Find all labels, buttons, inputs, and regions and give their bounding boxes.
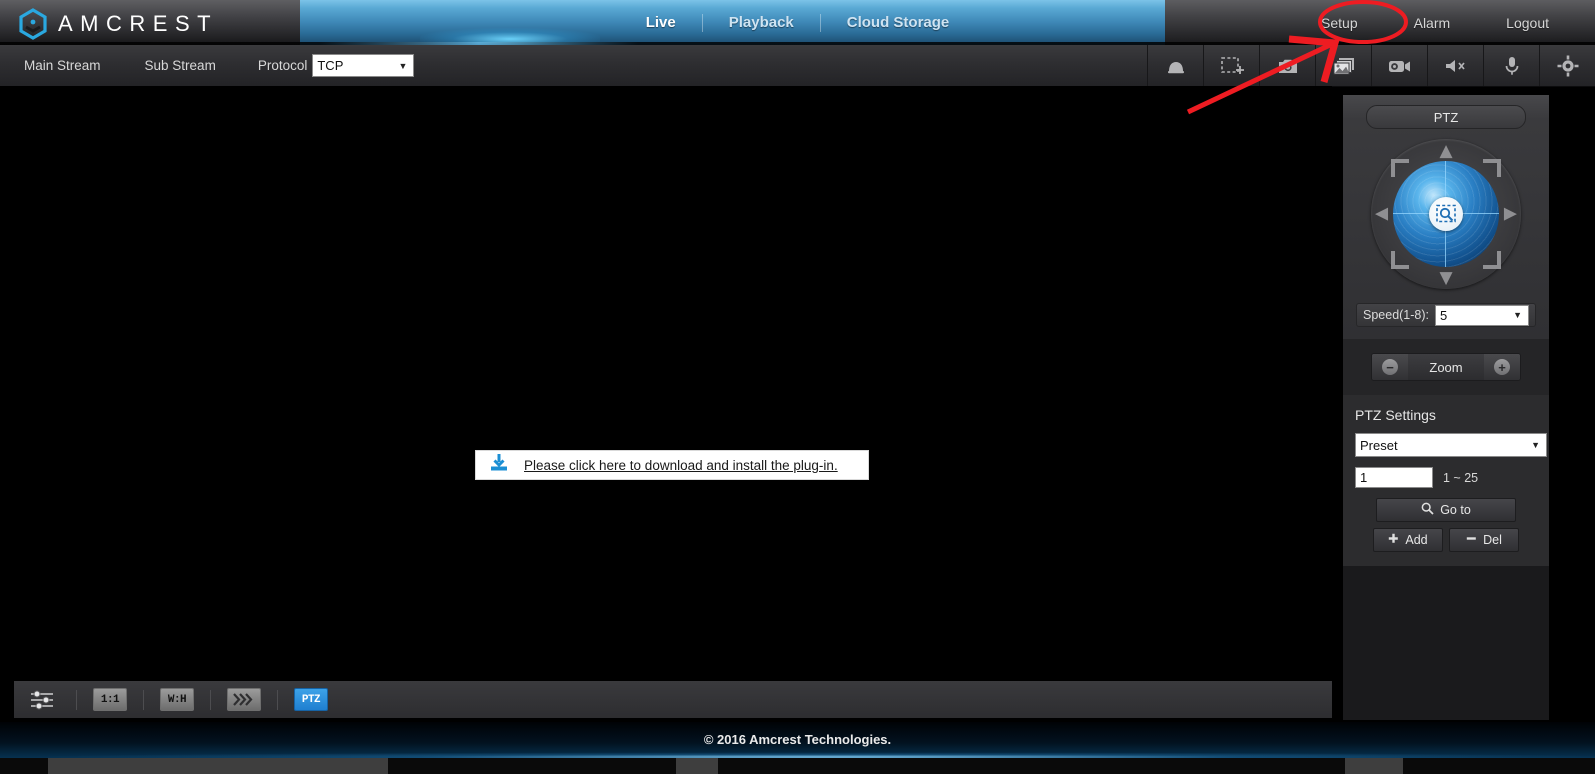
main-stream-link[interactable]: Main Stream — [0, 58, 123, 73]
nav-item-logout[interactable]: Logout — [1478, 15, 1577, 31]
ptz-zoom-label: Zoom — [1408, 354, 1484, 380]
fluency-icon — [227, 688, 261, 711]
toolbar-divider — [210, 690, 211, 710]
toolbar-divider — [277, 690, 278, 710]
microphone-icon[interactable] — [1483, 45, 1539, 86]
plugin-download-link[interactable]: Please click here to download and instal… — [524, 458, 838, 473]
ptz-settings-section: PTZ Settings Preset ▼ 1 1 ~ 25 Go to — [1343, 395, 1549, 566]
alarm-bell-icon[interactable] — [1147, 45, 1203, 86]
nav-item-live[interactable]: Live — [620, 14, 702, 31]
ptz-down-button[interactable]: ▼ — [1439, 270, 1452, 287]
ptz-goto-button[interactable]: Go to — [1376, 498, 1516, 522]
ptz-control-section: PTZ ▲ ▼ ◀ ▶ — [1343, 95, 1549, 339]
toolbar-divider — [76, 690, 77, 710]
taskbar-item[interactable] — [676, 758, 718, 774]
ptz-center-zoom-region-icon[interactable] — [1429, 197, 1463, 231]
triple-snapshot-icon[interactable] — [1315, 45, 1371, 86]
ptz-toggle-button[interactable]: PTZ — [294, 689, 328, 711]
sub-stream-link[interactable]: Sub Stream — [123, 58, 238, 73]
os-taskbar-strip — [0, 758, 1595, 774]
ptz-speed-select[interactable]: 5 ▼ — [1435, 305, 1529, 326]
ptz-speed-value: 5 — [1440, 308, 1447, 323]
ptz-speed-label: Speed(1-8): — [1363, 308, 1429, 322]
ptz-zoom-section: − Zoom + — [1343, 339, 1549, 395]
chevron-down-icon: ▼ — [1531, 440, 1540, 450]
stream-tool-icons — [1147, 45, 1595, 86]
protocol-label: Protocol — [258, 58, 308, 73]
live-video-area[interactable]: Please click here to download and instal… — [0, 86, 1332, 681]
copyright-text: © 2016 Amcrest Technologies. — [0, 732, 1595, 747]
amcrest-web-ui: AMCREST Live Playback Cloud Storage Setu… — [0, 0, 1595, 774]
plus-icon — [1388, 533, 1399, 547]
ptz-function-select[interactable]: Preset ▼ — [1355, 433, 1547, 457]
chevron-down-icon: ▼ — [398, 61, 407, 71]
ptz-zoom-row: − Zoom + — [1371, 353, 1521, 381]
ptz-preset-actions: Add Del — [1355, 528, 1537, 552]
ptz-function-value: Preset — [1360, 438, 1398, 453]
zoom-out-button[interactable]: − — [1372, 354, 1408, 380]
chevron-down-icon: ▼ — [1513, 310, 1522, 320]
nav-item-alarm[interactable]: Alarm — [1386, 15, 1479, 31]
fluency-button[interactable] — [227, 689, 261, 711]
snapshot-camera-icon[interactable] — [1259, 45, 1315, 86]
protocol-selected-value: TCP — [317, 58, 343, 73]
plugin-install-banner: Please click here to download and instal… — [475, 450, 869, 480]
plus-icon: + — [1494, 359, 1510, 375]
record-video-icon[interactable] — [1371, 45, 1427, 86]
download-icon — [488, 453, 510, 478]
original-ratio-button[interactable]: 1:1 — [93, 689, 127, 711]
ptz-goto-label: Go to — [1440, 503, 1471, 517]
ptz-preset-row: 1 1 ~ 25 — [1355, 467, 1537, 488]
minus-icon: − — [1382, 359, 1398, 375]
ptz-joystick[interactable]: ▲ ▼ ◀ ▶ — [1371, 139, 1521, 289]
minus-icon — [1466, 533, 1477, 547]
nav-item-playback[interactable]: Playback — [703, 14, 820, 31]
original-ratio-label: 1:1 — [93, 688, 127, 711]
aspect-ratio-label: W:H — [160, 688, 194, 711]
zoom-region-icon[interactable] — [1203, 45, 1259, 86]
image-adjust-icon[interactable] — [26, 689, 60, 711]
ptz-tab[interactable]: PTZ — [1366, 105, 1526, 129]
ptz-right-button[interactable]: ▶ — [1504, 206, 1517, 223]
taskbar-item[interactable] — [48, 758, 388, 774]
taskbar-item[interactable] — [1345, 758, 1403, 774]
ptz-side-panel: PTZ ▲ ▼ ◀ ▶ — [1343, 95, 1549, 720]
easy-focus-target-icon[interactable] — [1539, 45, 1595, 86]
aspect-ratio-button[interactable]: W:H — [160, 689, 194, 711]
ptz-del-button[interactable]: Del — [1449, 528, 1519, 552]
ptz-preset-range: 1 ~ 25 — [1443, 471, 1478, 485]
toolbar-divider — [143, 690, 144, 710]
nav-item-cloud-storage[interactable]: Cloud Storage — [821, 14, 976, 31]
app-header: AMCREST Live Playback Cloud Storage Setu… — [0, 0, 1595, 45]
nav-item-setup[interactable]: Setup — [1293, 15, 1386, 31]
app-footer: © 2016 Amcrest Technologies. — [0, 722, 1595, 774]
ptz-preset-value: 1 — [1360, 470, 1367, 485]
protocol-select[interactable]: TCP ▼ — [312, 54, 414, 77]
secondary-nav: Setup Alarm Logout — [1293, 0, 1577, 45]
speaker-mute-icon[interactable] — [1427, 45, 1483, 86]
ptz-left-button[interactable]: ◀ — [1375, 206, 1388, 223]
ptz-add-label: Add — [1405, 533, 1427, 547]
ptz-toggle-label: PTZ — [294, 688, 328, 711]
ptz-speed-row: Speed(1-8): 5 ▼ — [1356, 303, 1536, 327]
ptz-del-label: Del — [1483, 533, 1502, 547]
ptz-up-button[interactable]: ▲ — [1439, 143, 1452, 160]
stream-toolbar: Main Stream Sub Stream Protocol TCP ▼ — [0, 45, 1595, 87]
ptz-settings-title: PTZ Settings — [1355, 407, 1537, 423]
video-bottom-toolbar: 1:1 W:H PTZ — [14, 681, 1332, 718]
search-icon — [1421, 502, 1434, 518]
zoom-in-button[interactable]: + — [1484, 354, 1520, 380]
ptz-preset-input[interactable]: 1 — [1355, 467, 1433, 488]
ptz-add-button[interactable]: Add — [1373, 528, 1443, 552]
